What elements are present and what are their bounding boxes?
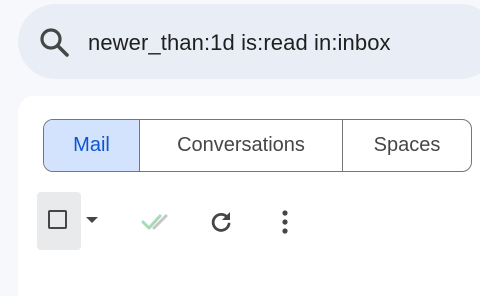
view-tabs: Mail Conversations Spaces — [43, 119, 472, 172]
search-icon[interactable] — [38, 26, 72, 60]
refresh-icon[interactable] — [208, 208, 234, 236]
tab-conversations[interactable]: Conversations — [139, 120, 342, 171]
checkbox-icon[interactable] — [48, 210, 67, 229]
more-vert-icon[interactable] — [276, 208, 294, 236]
double-check-icon[interactable] — [140, 208, 176, 236]
caret-down-icon[interactable] — [84, 214, 100, 226]
tab-mail[interactable]: Mail — [44, 120, 139, 171]
tab-spaces[interactable]: Spaces — [342, 120, 471, 171]
search-input[interactable]: newer_than:1d is:read in:inbox — [88, 26, 391, 60]
